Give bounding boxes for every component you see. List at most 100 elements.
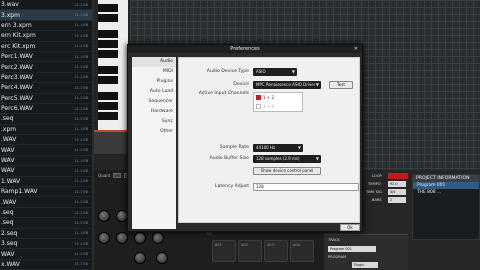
black-key[interactable] [98, 66, 118, 74]
sample-rate-label: Sample Rate [219, 145, 249, 150]
file-row[interactable]: Perc2.WAV 11.1 KB [0, 62, 92, 73]
file-name: .seq [1, 115, 14, 123]
bars-label: BARS [372, 198, 382, 202]
black-key[interactable] [98, 102, 118, 110]
file-size: 11.1 KB [74, 44, 88, 49]
file-row[interactable]: Perc6.WAV 11.1 KB [0, 104, 92, 115]
project-item[interactable]: Program 001 [413, 182, 479, 189]
black-key[interactable] [98, 30, 118, 38]
file-row[interactable]: Perc3.WAV 11.1 KB [0, 73, 92, 84]
nav-item-midi[interactable]: MIDI [132, 67, 176, 77]
knob[interactable] [98, 210, 110, 222]
file-row[interactable]: ern 3.xpm 11.1 KB [0, 21, 92, 32]
file-name: 1.WAV [1, 177, 21, 185]
file-row[interactable]: 3.xpm 11.1 KB [0, 10, 92, 21]
audio-settings-panel: Audio Device Type ASIO ▼ Device MPC Renai… [178, 57, 360, 223]
knob[interactable] [152, 232, 164, 244]
file-name: WAV [1, 167, 15, 175]
device-select[interactable]: MPC Renaissance ASIO Driver ▼ [253, 81, 321, 89]
file-size: 11.1 KB [74, 65, 88, 70]
file-row[interactable]: 1.WAV 11.1 KB [0, 177, 92, 188]
test-button[interactable]: Test [329, 81, 353, 89]
file-browser[interactable]: 3.wav 11.1 KB 3.xpm 11.1 KB ern 3.xpm 11.1 KB… [0, 0, 92, 270]
file-row[interactable]: x.WAV 11.1 KB [0, 260, 92, 270]
pattern-strip[interactable] [94, 130, 128, 154]
black-key[interactable] [98, 50, 118, 58]
file-row[interactable]: Perc4.WAV 11.1 KB [0, 83, 92, 94]
knob[interactable] [134, 252, 146, 264]
nav-item-plugins[interactable]: Plugins [132, 77, 176, 87]
knob[interactable] [116, 232, 128, 244]
channel-checkbox[interactable] [256, 95, 261, 100]
loop-label: LOOP [372, 174, 382, 178]
time-sig-value[interactable]: 4/4 [388, 189, 406, 195]
drum-pad[interactable]: A03 [264, 240, 288, 262]
ok-button[interactable]: Ok [340, 224, 360, 231]
knob[interactable] [156, 252, 168, 264]
file-row[interactable]: Perc1.WAV 11.1 KB [0, 52, 92, 63]
nav-item-audio[interactable]: Audio [132, 57, 176, 67]
file-name: .xpm [1, 125, 17, 133]
file-row[interactable]: WAV 11.1 KB [0, 156, 92, 167]
drum-pad[interactable]: A04 [290, 240, 314, 262]
file-row[interactable]: ern Kit.xpm 11.1 KB [0, 31, 92, 42]
piano-keyboard[interactable] [98, 0, 128, 130]
file-size: 11.1 KB [74, 148, 88, 153]
file-row[interactable]: .seq 11.1 KB [0, 208, 92, 219]
file-size: 11.1 KB [74, 241, 88, 246]
file-size: 11.1 KB [74, 210, 88, 215]
file-size: 11.1 KB [74, 220, 88, 225]
black-key[interactable] [98, 14, 118, 22]
nav-item-hardware[interactable]: Hardware [132, 107, 176, 117]
latency-input[interactable]: 128 [253, 183, 359, 191]
knob[interactable] [98, 232, 110, 244]
file-row[interactable]: 3.seq 11.1 KB [0, 239, 92, 250]
nav-item-other[interactable]: Other [132, 127, 176, 137]
quantize-box[interactable] [113, 173, 122, 178]
project-item[interactable]: THE 808 ... [413, 189, 479, 196]
file-name: Perc6.WAV [1, 105, 33, 113]
device-type-select[interactable]: ASIO ▼ [253, 68, 297, 76]
channel-checkbox[interactable] [256, 104, 261, 109]
nav-item-sync[interactable]: Sync [132, 117, 176, 127]
black-key[interactable] [98, 76, 118, 84]
knob[interactable] [134, 232, 146, 244]
file-row[interactable]: erc Kit.xpm 11.1 KB [0, 42, 92, 52]
file-row[interactable]: .seq 11.1 KB [0, 114, 92, 125]
file-row[interactable]: 2.seq 11.1 KB [0, 229, 92, 239]
close-icon[interactable]: ✕ [354, 46, 358, 52]
file-row[interactable]: .WAV 11.1 KB [0, 197, 92, 208]
file-row[interactable]: .seq 11.1 KB [0, 218, 92, 229]
preferences-dialog: Preferences ✕ Audio MIDI Plugins Auto Load S… [127, 44, 363, 232]
loop-button[interactable] [388, 173, 408, 179]
buffer-size-select[interactable]: 128 samples (2.9 ms) ▼ [253, 155, 321, 163]
file-size: 11.1 KB [74, 189, 88, 194]
file-row[interactable]: .WAV 11.1 KB [0, 135, 92, 146]
nav-item-auto-load[interactable]: Auto Load [132, 87, 176, 97]
black-key[interactable] [98, 4, 118, 12]
file-row[interactable]: WAV 11.1 KB [0, 145, 92, 156]
track-name[interactable]: Program 001 [328, 246, 376, 252]
track-plugin[interactable]: Plugin [352, 262, 378, 268]
black-key[interactable] [98, 92, 118, 100]
channel-option[interactable]: 3 + 4 [254, 102, 302, 111]
preferences-nav: Audio MIDI Plugins Auto Load Sequencer Hardwa… [132, 57, 176, 229]
nav-item-sequencer[interactable]: Sequencer [132, 97, 176, 107]
file-row[interactable]: WAV 11.1 KB [0, 249, 92, 260]
channel-option[interactable]: 1 + 2 [254, 93, 302, 102]
black-key[interactable] [98, 112, 118, 120]
drum-pad[interactable]: A02 [238, 240, 262, 262]
file-row[interactable]: Perc5.WAV 11.1 KB [0, 94, 92, 104]
file-name: Ramp1.WAV [1, 188, 38, 196]
sample-rate-select[interactable]: 44100 Hz ▼ [253, 144, 303, 152]
file-row[interactable]: .xpm 11.1 KB [0, 125, 92, 136]
tempo-value[interactable]: 92.0 [388, 181, 406, 187]
black-key[interactable] [98, 40, 118, 48]
file-size: 11.1 KB [74, 13, 88, 18]
file-row[interactable]: WAV 11.1 KB [0, 166, 92, 177]
file-row[interactable]: 3.wav 11.1 KB [0, 0, 92, 11]
file-row[interactable]: Ramp1.WAV 11.1 KB [0, 187, 92, 198]
bars-value[interactable]: 2 [388, 197, 406, 203]
control-panel-button[interactable]: Show device control panel [253, 167, 321, 175]
drum-pad[interactable]: A01 [212, 240, 236, 262]
